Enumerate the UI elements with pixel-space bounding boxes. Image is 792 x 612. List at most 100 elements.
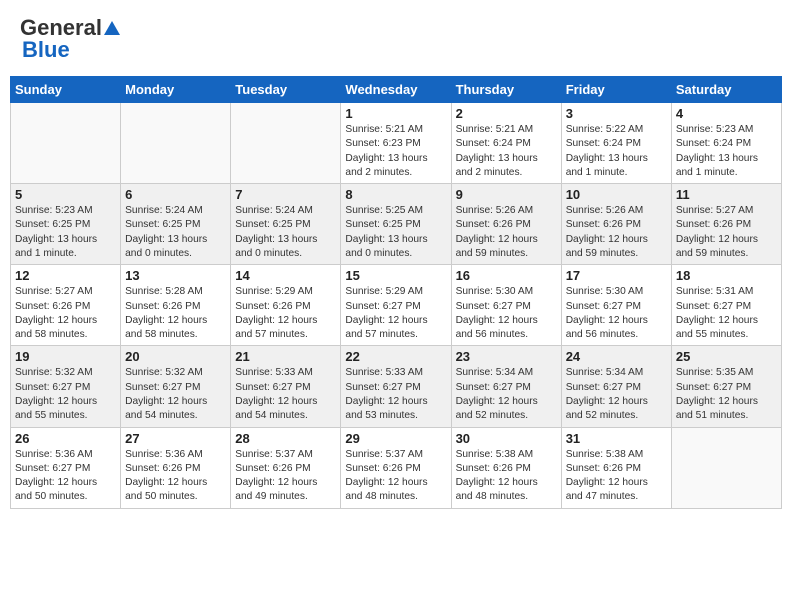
day-number: 28 xyxy=(235,431,336,446)
day-info: Sunrise: 5:24 AM Sunset: 6:25 PM Dayligh… xyxy=(235,204,336,261)
day-number: 20 xyxy=(125,349,226,364)
day-info: Sunrise: 5:22 AM Sunset: 6:24 PM Dayligh… xyxy=(566,123,667,180)
day-info: Sunrise: 5:26 AM Sunset: 6:26 PM Dayligh… xyxy=(566,204,667,261)
day-info: Sunrise: 5:27 AM Sunset: 6:26 PM Dayligh… xyxy=(676,204,777,261)
day-number: 30 xyxy=(456,431,557,446)
day-info: Sunrise: 5:27 AM Sunset: 6:26 PM Dayligh… xyxy=(15,285,116,342)
calendar-cell: 10 Sunrise: 5:26 AM Sunset: 6:26 PM Dayli… xyxy=(561,184,671,265)
day-number: 15 xyxy=(345,268,446,283)
day-info: Sunrise: 5:37 AM Sunset: 6:26 PM Dayligh… xyxy=(345,448,446,505)
calendar-cell: 9 Sunrise: 5:26 AM Sunset: 6:26 PM Daylig… xyxy=(451,184,561,265)
day-number: 13 xyxy=(125,268,226,283)
day-number: 4 xyxy=(676,106,777,121)
day-number: 14 xyxy=(235,268,336,283)
logo-icon xyxy=(103,19,121,37)
day-number: 9 xyxy=(456,187,557,202)
logo-blue-text: Blue xyxy=(22,37,70,63)
day-info: Sunrise: 5:33 AM Sunset: 6:27 PM Dayligh… xyxy=(235,366,336,423)
day-info: Sunrise: 5:29 AM Sunset: 6:27 PM Dayligh… xyxy=(345,285,446,342)
calendar-cell: 31 Sunrise: 5:38 AM Sunset: 6:26 PM Dayli… xyxy=(561,427,671,508)
day-number: 31 xyxy=(566,431,667,446)
day-number: 7 xyxy=(235,187,336,202)
weekday-header-wednesday: Wednesday xyxy=(341,77,451,103)
calendar-cell: 18 Sunrise: 5:31 AM Sunset: 6:27 PM Dayli… xyxy=(671,265,781,346)
day-number: 19 xyxy=(15,349,116,364)
calendar-cell xyxy=(671,427,781,508)
calendar-cell: 12Sunrise: 5:27 AM Sunset: 6:26 PM Dayli… xyxy=(11,265,121,346)
day-info: Sunrise: 5:37 AM Sunset: 6:26 PM Dayligh… xyxy=(235,448,336,505)
day-number: 22 xyxy=(345,349,446,364)
calendar-cell: 6 Sunrise: 5:24 AM Sunset: 6:25 PM Daylig… xyxy=(121,184,231,265)
weekday-header-tuesday: Tuesday xyxy=(231,77,341,103)
day-info: Sunrise: 5:23 AM Sunset: 6:25 PM Dayligh… xyxy=(15,204,116,261)
day-info: Sunrise: 5:38 AM Sunset: 6:26 PM Dayligh… xyxy=(566,448,667,505)
day-number: 17 xyxy=(566,268,667,283)
day-info: Sunrise: 5:26 AM Sunset: 6:26 PM Dayligh… xyxy=(456,204,557,261)
day-number: 24 xyxy=(566,349,667,364)
calendar-cell: 26 Sunrise: 5:36 AM Sunset: 6:27 PM Dayli… xyxy=(11,427,121,508)
calendar-cell: 21 Sunrise: 5:33 AM Sunset: 6:27 PM Dayli… xyxy=(231,346,341,427)
day-info: Sunrise: 5:36 AM Sunset: 6:26 PM Dayligh… xyxy=(125,448,226,505)
calendar-week-5: 26 Sunrise: 5:36 AM Sunset: 6:27 PM Dayli… xyxy=(11,427,782,508)
calendar-cell xyxy=(231,103,341,184)
calendar-cell: 13 Sunrise: 5:28 AM Sunset: 6:26 PM Dayli… xyxy=(121,265,231,346)
day-info: Sunrise: 5:31 AM Sunset: 6:27 PM Dayligh… xyxy=(676,285,777,342)
calendar-cell: 24 Sunrise: 5:34 AM Sunset: 6:27 PM Dayli… xyxy=(561,346,671,427)
day-info: Sunrise: 5:30 AM Sunset: 6:27 PM Dayligh… xyxy=(566,285,667,342)
calendar-cell: 11Sunrise: 5:27 AM Sunset: 6:26 PM Dayli… xyxy=(671,184,781,265)
calendar-week-4: 19 Sunrise: 5:32 AM Sunset: 6:27 PM Dayli… xyxy=(11,346,782,427)
calendar-cell: 23Sunrise: 5:34 AM Sunset: 6:27 PM Dayli… xyxy=(451,346,561,427)
calendar-week-2: 5 Sunrise: 5:23 AM Sunset: 6:25 PM Daylig… xyxy=(11,184,782,265)
day-info: Sunrise: 5:21 AM Sunset: 6:24 PM Dayligh… xyxy=(456,123,557,180)
calendar-table: SundayMondayTuesdayWednesdayThursdayFrid… xyxy=(10,76,782,509)
day-number: 2 xyxy=(456,106,557,121)
calendar-cell: 25Sunrise: 5:35 AM Sunset: 6:27 PM Dayli… xyxy=(671,346,781,427)
day-number: 5 xyxy=(15,187,116,202)
calendar-cell: 27 Sunrise: 5:36 AM Sunset: 6:26 PM Dayli… xyxy=(121,427,231,508)
weekday-header-monday: Monday xyxy=(121,77,231,103)
calendar-cell: 3Sunrise: 5:22 AM Sunset: 6:24 PM Daylig… xyxy=(561,103,671,184)
day-info: Sunrise: 5:32 AM Sunset: 6:27 PM Dayligh… xyxy=(125,366,226,423)
day-number: 10 xyxy=(566,187,667,202)
day-number: 23 xyxy=(456,349,557,364)
calendar-cell: 4 Sunrise: 5:23 AM Sunset: 6:24 PM Daylig… xyxy=(671,103,781,184)
day-number: 16 xyxy=(456,268,557,283)
day-number: 1 xyxy=(345,106,446,121)
day-info: Sunrise: 5:32 AM Sunset: 6:27 PM Dayligh… xyxy=(15,366,116,423)
day-info: Sunrise: 5:34 AM Sunset: 6:27 PM Dayligh… xyxy=(566,366,667,423)
day-info: Sunrise: 5:24 AM Sunset: 6:25 PM Dayligh… xyxy=(125,204,226,261)
day-number: 27 xyxy=(125,431,226,446)
day-info: Sunrise: 5:29 AM Sunset: 6:26 PM Dayligh… xyxy=(235,285,336,342)
calendar-cell: 30Sunrise: 5:38 AM Sunset: 6:26 PM Dayli… xyxy=(451,427,561,508)
calendar-cell: 20 Sunrise: 5:32 AM Sunset: 6:27 PM Dayli… xyxy=(121,346,231,427)
calendar-cell xyxy=(11,103,121,184)
calendar-cell: 22 Sunrise: 5:33 AM Sunset: 6:27 PM Dayli… xyxy=(341,346,451,427)
calendar-cell: 1 Sunrise: 5:21 AM Sunset: 6:23 PM Daylig… xyxy=(341,103,451,184)
day-number: 26 xyxy=(15,431,116,446)
day-info: Sunrise: 5:23 AM Sunset: 6:24 PM Dayligh… xyxy=(676,123,777,180)
day-number: 6 xyxy=(125,187,226,202)
calendar-week-1: 1 Sunrise: 5:21 AM Sunset: 6:23 PM Daylig… xyxy=(11,103,782,184)
day-info: Sunrise: 5:28 AM Sunset: 6:26 PM Dayligh… xyxy=(125,285,226,342)
calendar-cell: 2 Sunrise: 5:21 AM Sunset: 6:24 PM Daylig… xyxy=(451,103,561,184)
day-info: Sunrise: 5:33 AM Sunset: 6:27 PM Dayligh… xyxy=(345,366,446,423)
day-info: Sunrise: 5:35 AM Sunset: 6:27 PM Dayligh… xyxy=(676,366,777,423)
calendar-cell: 14 Sunrise: 5:29 AM Sunset: 6:26 PM Dayli… xyxy=(231,265,341,346)
day-info: Sunrise: 5:30 AM Sunset: 6:27 PM Dayligh… xyxy=(456,285,557,342)
day-info: Sunrise: 5:25 AM Sunset: 6:25 PM Dayligh… xyxy=(345,204,446,261)
logo: General Blue xyxy=(20,15,122,63)
day-info: Sunrise: 5:36 AM Sunset: 6:27 PM Dayligh… xyxy=(15,448,116,505)
calendar-cell: 17 Sunrise: 5:30 AM Sunset: 6:27 PM Dayli… xyxy=(561,265,671,346)
page-header: General Blue xyxy=(10,10,782,68)
calendar-cell: 19 Sunrise: 5:32 AM Sunset: 6:27 PM Dayli… xyxy=(11,346,121,427)
weekday-header-saturday: Saturday xyxy=(671,77,781,103)
day-number: 21 xyxy=(235,349,336,364)
weekday-header-friday: Friday xyxy=(561,77,671,103)
calendar-cell: 5 Sunrise: 5:23 AM Sunset: 6:25 PM Daylig… xyxy=(11,184,121,265)
day-number: 29 xyxy=(345,431,446,446)
calendar-week-3: 12Sunrise: 5:27 AM Sunset: 6:26 PM Dayli… xyxy=(11,265,782,346)
day-number: 18 xyxy=(676,268,777,283)
calendar-cell: 7 Sunrise: 5:24 AM Sunset: 6:25 PM Daylig… xyxy=(231,184,341,265)
calendar-cell xyxy=(121,103,231,184)
day-info: Sunrise: 5:21 AM Sunset: 6:23 PM Dayligh… xyxy=(345,123,446,180)
